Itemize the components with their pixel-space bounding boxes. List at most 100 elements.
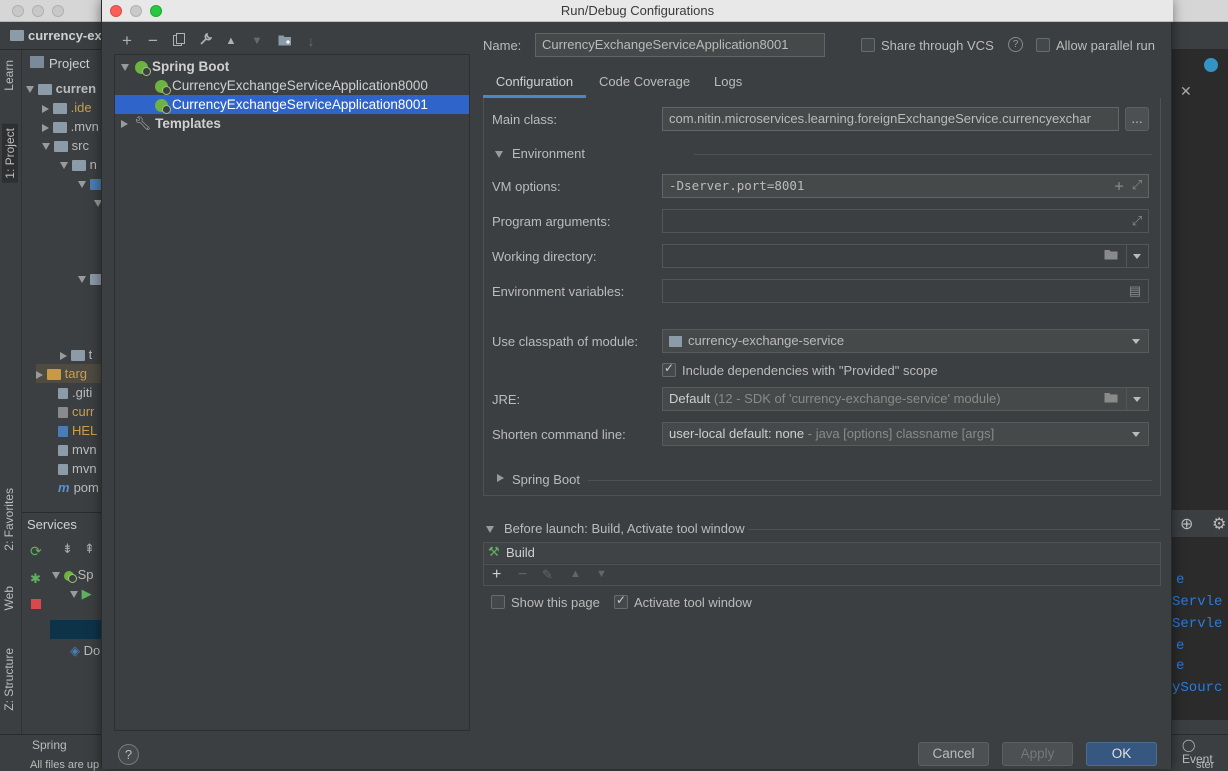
- chevron-down-icon[interactable]: [1126, 330, 1148, 352]
- tree-node-app-8001[interactable]: CurrencyExchangeServiceApplication8001: [115, 95, 469, 114]
- move-task-down-icon[interactable]: ▼: [596, 568, 607, 580]
- dialog-zoom-button[interactable]: [150, 5, 162, 17]
- remove-task-button[interactable]: −: [518, 566, 527, 584]
- new-folder-button[interactable]: [274, 30, 296, 52]
- tree-row[interactable]: src: [42, 136, 89, 155]
- env-vars-input[interactable]: ▤: [662, 279, 1149, 303]
- move-task-up-icon[interactable]: ▲: [570, 568, 581, 580]
- spring-boot-section-header[interactable]: Spring Boot: [512, 472, 580, 487]
- tree-node-spring-boot[interactable]: Spring Boot: [115, 57, 469, 76]
- tree-row[interactable]: mvn: [58, 440, 97, 459]
- environment-collapse-icon[interactable]: [495, 151, 503, 158]
- activate-tool-window-checkbox[interactable]: [614, 593, 628, 609]
- dialog-minimize-button[interactable]: [130, 5, 142, 17]
- rerun-icon[interactable]: ⟳: [30, 543, 42, 560]
- name-input[interactable]: CurrencyExchangeServiceApplication8001: [535, 33, 825, 57]
- browse-main-class-button[interactable]: ...: [1125, 107, 1149, 131]
- services-row[interactable]: ▶: [70, 584, 92, 603]
- left-tool-strip: Learn 1: Project 2: Favorites Web Z: Str…: [0, 50, 22, 769]
- tree-row[interactable]: HEL: [58, 421, 97, 440]
- project-tab[interactable]: 1: Project: [2, 124, 18, 183]
- project-view-dropdown[interactable]: Project: [49, 56, 89, 71]
- allow-parallel-checkbox[interactable]: [1036, 38, 1050, 52]
- tree-row[interactable]: m pom: [58, 478, 99, 497]
- expand-icon[interactable]: ⤢: [1129, 175, 1145, 197]
- folder-icon[interactable]: [1101, 245, 1121, 267]
- share-vcs-checkbox[interactable]: [861, 38, 875, 52]
- tree-row[interactable]: n: [60, 155, 97, 174]
- help-button[interactable]: ?: [118, 744, 139, 765]
- before-launch-item[interactable]: ⚒ Build: [484, 543, 1160, 563]
- tree-row[interactable]: curr: [58, 402, 94, 421]
- copy-config-button[interactable]: [168, 30, 190, 52]
- tree-row[interactable]: mvn: [58, 459, 97, 478]
- add-task-button[interactable]: +: [492, 566, 501, 584]
- move-down-button[interactable]: ▼: [246, 30, 268, 52]
- cancel-button[interactable]: Cancel: [918, 742, 989, 766]
- expand-all-icon[interactable]: ⇟: [62, 541, 73, 557]
- question-icon[interactable]: ?: [1008, 37, 1023, 52]
- edit-task-icon[interactable]: ✎: [542, 567, 553, 583]
- include-deps-checkbox[interactable]: [662, 361, 676, 377]
- debug-icon[interactable]: ✱: [30, 571, 41, 587]
- ide-zoom-button[interactable]: [52, 5, 64, 17]
- web-tab[interactable]: Web: [2, 586, 16, 610]
- before-launch-header[interactable]: Before launch: Build, Activate tool wind…: [504, 521, 745, 536]
- tab-logs[interactable]: Logs: [714, 72, 742, 98]
- spring-tool-tab[interactable]: Spring: [32, 738, 67, 752]
- environment-section-header[interactable]: Environment: [512, 146, 585, 161]
- apply-button[interactable]: Apply: [1002, 742, 1073, 766]
- collapse-all-icon[interactable]: ⇞: [84, 541, 95, 557]
- expand-icon[interactable]: ⤢: [1129, 210, 1145, 232]
- move-up-button[interactable]: ▲: [220, 30, 242, 52]
- remove-config-button[interactable]: −: [142, 30, 164, 52]
- tree-row[interactable]: .giti: [58, 383, 92, 402]
- classpath-select[interactable]: currency-exchange-service: [662, 329, 1149, 353]
- chevron-down-icon[interactable]: [1126, 423, 1148, 445]
- expand-icon: [121, 63, 129, 71]
- chevron-down-icon[interactable]: [1126, 245, 1148, 267]
- tab-configuration[interactable]: Configuration: [483, 72, 586, 98]
- vm-options-input[interactable]: -Dserver.port=8001 + ⤢: [662, 174, 1149, 198]
- before-launch-collapse-icon[interactable]: [486, 526, 494, 533]
- tab-icon[interactable]: [1204, 58, 1218, 72]
- divider: [588, 480, 1152, 481]
- close-editor-icon[interactable]: ✕: [1180, 83, 1192, 100]
- ok-button[interactable]: OK: [1086, 742, 1157, 766]
- tab-code-coverage[interactable]: Code Coverage: [599, 72, 690, 98]
- tree-node-app-8000[interactable]: CurrencyExchangeServiceApplication8000: [115, 76, 469, 95]
- program-args-input[interactable]: ⤢: [662, 209, 1149, 233]
- project-name[interactable]: currency-ex: [28, 28, 102, 43]
- ide-close-button[interactable]: [12, 5, 24, 17]
- shorten-cmd-select[interactable]: user-local default: none - java [options…: [662, 422, 1149, 446]
- tree-row[interactable]: .mvn: [42, 117, 99, 136]
- status-message: All files are up: [30, 759, 100, 771]
- tree-row[interactable]: curren: [26, 79, 96, 98]
- folder-icon[interactable]: [1101, 388, 1121, 410]
- show-page-checkbox[interactable]: [491, 595, 505, 609]
- target-icon[interactable]: ⊕: [1180, 514, 1193, 534]
- structure-tab[interactable]: Z: Structure: [2, 648, 16, 711]
- sort-button[interactable]: ↓: [300, 30, 322, 52]
- spring-boot-expand-icon[interactable]: [497, 474, 504, 482]
- tree-row[interactable]: .ide: [42, 98, 92, 117]
- jre-select[interactable]: Default (12 - SDK of 'currency-exchange-…: [662, 387, 1149, 411]
- document-icon[interactable]: ▤: [1127, 280, 1143, 302]
- add-icon[interactable]: +: [1111, 175, 1127, 197]
- favorites-tab[interactable]: 2: Favorites: [2, 488, 16, 551]
- chevron-down-icon[interactable]: [1126, 388, 1148, 410]
- services-row[interactable]: Sp: [52, 565, 94, 584]
- tree-row[interactable]: t: [60, 345, 92, 364]
- stop-icon[interactable]: [31, 599, 41, 609]
- edit-defaults-button[interactable]: [194, 30, 216, 52]
- add-config-button[interactable]: +: [116, 30, 138, 52]
- services-row[interactable]: ◈ Do: [70, 641, 100, 660]
- working-dir-input[interactable]: [662, 244, 1149, 268]
- services-selected-row[interactable]: [50, 620, 102, 639]
- main-class-input[interactable]: com.nitin.microservices.learning.foreign…: [662, 107, 1119, 131]
- learn-tab[interactable]: Learn: [2, 60, 16, 91]
- tree-node-templates[interactable]: 🔧︎ Templates: [115, 114, 469, 133]
- ide-minimize-button[interactable]: [32, 5, 44, 17]
- dialog-close-button[interactable]: [110, 5, 122, 17]
- gear-icon[interactable]: ⚙: [1212, 514, 1226, 534]
